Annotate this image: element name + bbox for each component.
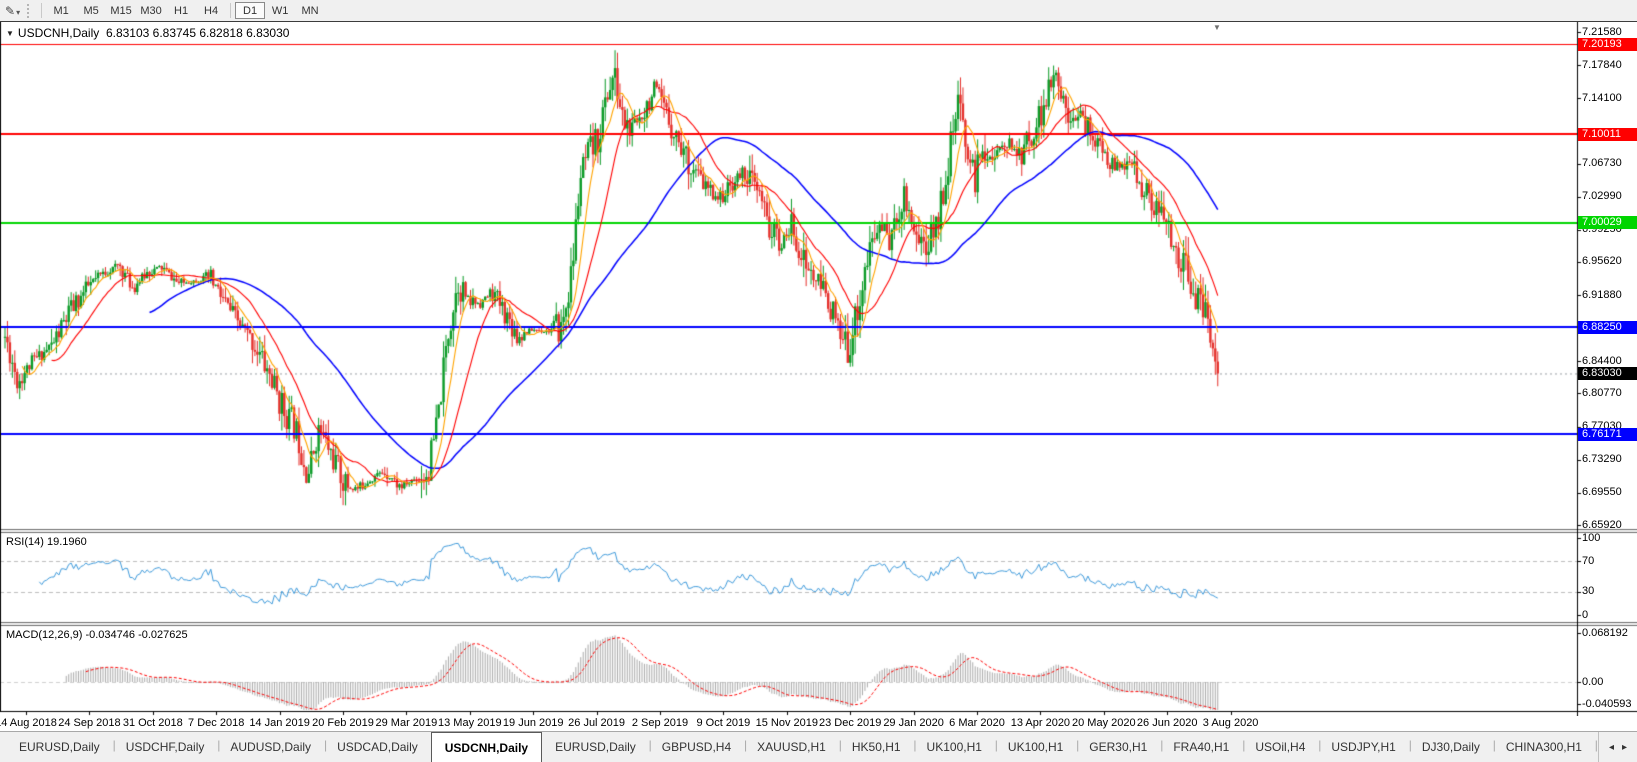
toolbar-separator — [230, 3, 231, 18]
date-label: 23 Dec 2019 — [819, 717, 881, 729]
timeframe-button-d1[interactable]: D1 — [235, 2, 265, 19]
tabs-scroll-left-icon[interactable]: ◂ — [1609, 742, 1614, 753]
date-label: 14 Aug 2018 — [0, 717, 57, 729]
chart-tab-usdchf-daily[interactable]: USDCHF,Daily — [113, 732, 218, 762]
timeframe-button-m15[interactable]: M15 — [106, 2, 136, 19]
date-label: 6 Mar 2020 — [949, 717, 1005, 729]
date-label: 2 Sep 2019 — [632, 717, 688, 729]
chart-tab-usdcnh-daily[interactable]: USDCNH,Daily — [431, 732, 542, 762]
chart-tab-audusd-daily[interactable]: AUDUSD,Daily — [217, 732, 324, 762]
timeframe-button-m5[interactable]: M5 — [76, 2, 106, 19]
rsi-tick-label: 70 — [1582, 555, 1594, 567]
chart-tab-ger30-h1[interactable]: GER30,H1 — [1076, 732, 1160, 762]
date-label: 15 Nov 2019 — [756, 717, 818, 729]
toolbar-separator — [41, 3, 42, 18]
macd-tick-label: 0.00 — [1582, 676, 1603, 688]
chart-tab-eurusd-daily[interactable]: EURUSD,Daily — [6, 732, 113, 762]
chart-tab-eurusd-daily[interactable]: EURUSD,Daily — [542, 732, 649, 762]
rsi-tick-label: 100 — [1582, 532, 1600, 544]
price-tick-label: 7.17840 — [1582, 59, 1622, 71]
timeframe-button-m30[interactable]: M30 — [136, 2, 166, 19]
timeframe-button-m1[interactable]: M1 — [46, 2, 76, 19]
price-tick-label: 7.21580 — [1582, 26, 1622, 38]
timeframe-toolbar: ✎▾ M1M5M15M30H1H4 D1W1MN — [0, 0, 1637, 21]
chart-tab-bar: EURUSD,DailyUSDCHF,DailyAUDUSD,DailyUSDC… — [0, 731, 1637, 762]
chart-tab-fra40-h1[interactable]: FRA40,H1 — [1160, 732, 1242, 762]
date-label: 26 Jun 2020 — [1137, 717, 1198, 729]
rsi-indicator-label: RSI(14) 19.1960 — [6, 536, 87, 548]
macd-tick-label: -0.040593 — [1582, 698, 1632, 710]
chart-tab-gbpusd-h4[interactable]: GBPUSD,H4 — [649, 732, 744, 762]
chart-tab-usdcad-daily[interactable]: USDCAD,Daily — [324, 732, 431, 762]
timeframe-button-mn[interactable]: MN — [295, 2, 325, 19]
price-line-badge: 6.76171 — [1578, 428, 1637, 441]
chart-tab-uk100-h1[interactable]: UK100,H1 — [995, 732, 1076, 762]
price-tick-label: 7.14100 — [1582, 92, 1622, 104]
price-tick-label: 6.80770 — [1582, 387, 1622, 399]
symbol-collapse-icon[interactable]: ▼ — [6, 29, 14, 38]
date-label: 29 Mar 2019 — [376, 717, 438, 729]
date-label: 3 Aug 2020 — [1203, 717, 1259, 729]
date-label: 13 Apr 2020 — [1011, 717, 1070, 729]
price-line-badge: 7.20193 — [1578, 38, 1637, 51]
date-label: 19 Jun 2019 — [503, 717, 564, 729]
price-tick-label: 6.91880 — [1582, 289, 1622, 301]
date-label: 9 Oct 2019 — [696, 717, 750, 729]
rsi-tick-label: 30 — [1582, 585, 1594, 597]
rsi-tick-label: 0 — [1582, 609, 1588, 621]
chart-tab-xauusd-h1[interactable]: XAUUSD,H1 — [744, 732, 839, 762]
timeframe-button-h1[interactable]: H1 — [166, 2, 196, 19]
price-tick-label: 6.69550 — [1582, 486, 1622, 498]
price-line-badge: 7.10011 — [1578, 128, 1637, 141]
chart-tab-usoil-h4[interactable]: USOil,H4 — [1242, 732, 1318, 762]
chart-tab-usoil-h1[interactable]: USOil,H1 — [1595, 732, 1598, 762]
chart-symbol-label: USDCNH,Daily — [18, 26, 99, 40]
date-label: 14 Jan 2019 — [249, 717, 310, 729]
chart-tab-usdjpy-h1[interactable]: USDJPY,H1 — [1318, 732, 1408, 762]
timeframe-button-w1[interactable]: W1 — [265, 2, 295, 19]
macd-tick-label: 0.068192 — [1582, 627, 1628, 639]
chart-canvas[interactable] — [0, 22, 1637, 716]
date-label: 20 Feb 2019 — [312, 717, 374, 729]
tab-scroll-arrows: ◂ ▸ — [1598, 732, 1637, 762]
date-label: 13 May 2019 — [438, 717, 502, 729]
chart-tab-uk100-h1[interactable]: UK100,H1 — [914, 732, 995, 762]
price-line-badge: 6.83030 — [1578, 367, 1637, 380]
price-tick-label: 6.73290 — [1582, 453, 1622, 465]
price-tick-label: 7.06730 — [1582, 157, 1622, 169]
price-tick-label: 6.65920 — [1582, 519, 1622, 531]
chart-title: ▼ USDCNH,Daily 6.83103 6.83745 6.82818 6.… — [6, 26, 289, 40]
draw-tool-icon[interactable]: ✎▾ — [2, 4, 23, 18]
chart-shift-marker[interactable]: ▼ — [1213, 23, 1221, 32]
chart-ohlc-values: 6.83103 6.83745 6.82818 6.83030 — [106, 26, 290, 40]
chart-tab-dj30-daily[interactable]: DJ30,Daily — [1409, 732, 1493, 762]
price-line-badge: 6.88250 — [1578, 321, 1637, 334]
date-label: 24 Sep 2018 — [58, 717, 120, 729]
date-label: 20 May 2020 — [1072, 717, 1136, 729]
price-tick-label: 7.02990 — [1582, 190, 1622, 202]
date-axis: 14 Aug 201824 Sep 201831 Oct 2018 7 Dec 2… — [0, 716, 1637, 731]
date-label: 7 Dec 2018 — [188, 717, 244, 729]
tool-dropdown-caret[interactable]: ▾ — [16, 8, 20, 17]
chart-tab-china300-h1[interactable]: CHINA300,H1 — [1493, 732, 1595, 762]
tabs-scroll-right-icon[interactable]: ▸ — [1622, 742, 1627, 753]
timeframe-button-h4[interactable]: H4 — [196, 2, 226, 19]
price-tick-label: 6.84400 — [1582, 355, 1622, 367]
price-line-badge: 7.00029 — [1578, 216, 1637, 229]
toolbar-drag-handle[interactable] — [27, 4, 31, 18]
date-label: 26 Jul 2019 — [568, 717, 625, 729]
macd-indicator-label: MACD(12,26,9) -0.034746 -0.027625 — [6, 629, 188, 641]
date-label: 31 Oct 2018 — [123, 717, 183, 729]
chart-tab-hk50-h1[interactable]: HK50,H1 — [839, 732, 914, 762]
date-label: 29 Jan 2020 — [883, 717, 944, 729]
price-tick-label: 6.95620 — [1582, 255, 1622, 267]
